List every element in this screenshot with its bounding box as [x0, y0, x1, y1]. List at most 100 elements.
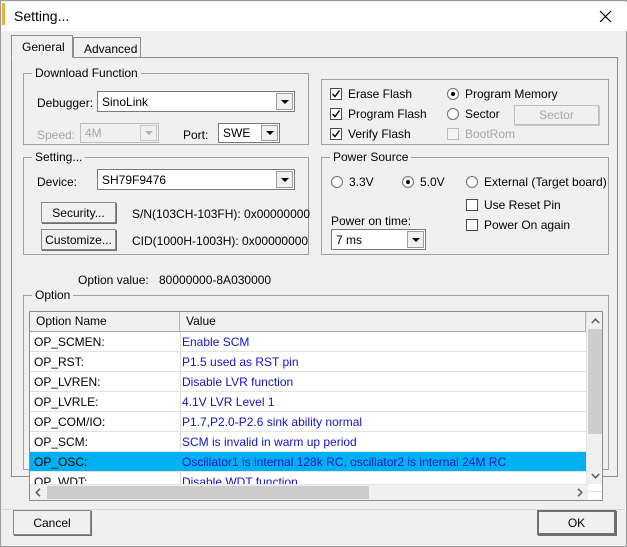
tab-active-connector	[12, 56, 72, 58]
checkbox-box-bootrom	[447, 128, 459, 140]
option-value-label: Option value:	[78, 273, 149, 287]
checkbox-program-flash[interactable]: Program Flash	[330, 107, 427, 121]
footer-divider	[2, 509, 625, 510]
radio-dot-sector	[447, 108, 459, 120]
port-label: Port:	[183, 128, 209, 142]
checkbox-power-on-again[interactable]: Power On again	[466, 218, 570, 232]
chevron-up-icon[interactable]	[587, 312, 602, 329]
radio-external-target-board[interactable]: External (Target board)	[466, 175, 607, 189]
speed-label: Speed:	[37, 128, 76, 142]
device-combo[interactable]: SH79F9476	[97, 169, 295, 190]
option-name-cell: OP_OSC:	[34, 455, 88, 469]
column-header-option-name[interactable]: Option Name	[30, 312, 180, 331]
checkbox-verify-flash[interactable]: Verify Flash	[330, 127, 411, 141]
chevron-down-icon-scroll[interactable]	[587, 467, 602, 484]
option-name-cell: OP_SCMEN:	[34, 335, 105, 349]
window-accent-stripe	[2, 3, 5, 25]
cancel-button[interactable]: Cancel	[13, 510, 91, 535]
option-name-cell: OP_COM/IO:	[34, 415, 106, 429]
chevron-right-icon[interactable]	[572, 485, 588, 500]
speed-combo-value: 4M	[85, 126, 102, 140]
radio-label-external: External (Target board)	[484, 175, 607, 189]
option-value-cell: SCM is invalid in warm up period	[182, 435, 357, 449]
tab-strip: General Advanced	[11, 35, 618, 58]
tab-advanced-label: Advanced	[84, 42, 138, 56]
option-value-cell: Oscillator1 is internal 128k RC, oscilla…	[182, 455, 507, 469]
port-combo[interactable]: SWE	[218, 123, 280, 143]
option-name-cell: OP_LVREN:	[34, 375, 101, 389]
security-button[interactable]: Security...	[41, 202, 116, 223]
checkbox-label-use-reset-pin: Use Reset Pin	[484, 198, 561, 212]
title-bar: Setting...	[2, 2, 627, 31]
cid-text: CID(1000H-1003H): 0x00000000	[132, 234, 309, 248]
table-row[interactable]: OP_SCM: SCM is invalid in warm up period	[30, 432, 602, 452]
option-list-vertical-scrollbar[interactable]	[586, 312, 602, 484]
table-row[interactable]: OP_RST: P1.5 used as RST pin	[30, 352, 602, 372]
checkbox-erase-flash[interactable]: Erase Flash	[330, 87, 412, 101]
settings-dialog: Setting... General Advanced Download Fun…	[0, 0, 627, 547]
chevron-down-icon-port[interactable]	[261, 125, 278, 141]
power-on-time-value: 7 ms	[336, 232, 363, 247]
radio-sector[interactable]: Sector	[447, 107, 500, 121]
chevron-down-icon[interactable]	[276, 93, 293, 110]
table-row[interactable]: OP_LVRLE: 4.1V LVR Level 1	[30, 392, 602, 412]
radio-label-sector: Sector	[465, 107, 500, 121]
vertical-scrollbar-thumb[interactable]	[588, 329, 602, 434]
debugger-combo[interactable]: SinoLink	[97, 91, 295, 112]
radio-label-program-memory: Program Memory	[465, 87, 558, 101]
chevron-down-icon-speed	[140, 125, 157, 141]
option-name-cell: OP_SCM:	[34, 435, 89, 449]
debugger-label: Debugger:	[37, 96, 94, 110]
table-row[interactable]: OP_SCMEN: Enable SCM	[30, 332, 602, 352]
device-combo-value: SH79F9476	[102, 172, 167, 187]
checkbox-label-verify-flash: Verify Flash	[348, 127, 411, 141]
radio-dot-external	[466, 176, 478, 188]
tab-advanced[interactable]: Advanced	[73, 37, 141, 57]
radio-dot-5v0	[402, 176, 414, 188]
horizontal-scrollbar-thumb[interactable]	[47, 486, 369, 499]
column-header-value[interactable]: Value	[180, 312, 586, 331]
chevron-down-icon-power-on-time[interactable]	[407, 231, 424, 248]
option-name-cell: OP_LVRLE:	[34, 395, 99, 409]
horizontal-scrollbar-right-arrow-area[interactable]	[572, 484, 588, 500]
table-row[interactable]: OP_LVREN: Disable LVR function	[30, 372, 602, 392]
device-label: Device:	[37, 175, 78, 189]
power-source-legend: Power Source	[330, 150, 412, 164]
option-value-cell: P1.7,P2.0-P2.6 sink ability normal	[182, 415, 363, 429]
option-value-text: 80000000-8A030000	[159, 273, 272, 287]
port-combo-value: SWE	[223, 126, 251, 140]
option-value-cell: Enable SCM	[182, 335, 250, 349]
speed-combo: 4M	[80, 123, 159, 143]
checkbox-label-bootrom: BootRom	[465, 127, 516, 141]
radio-3v3[interactable]: 3.3V	[331, 175, 374, 189]
option-list[interactable]: Option Name Value OP_SCMEN: Enable SCM O…	[29, 311, 603, 501]
option-name-cell: OP_RST:	[34, 355, 85, 369]
table-row[interactable]: OP_COM/IO: P1.7,P2.0-P2.6 sink ability n…	[30, 412, 602, 432]
chevron-down-icon-device[interactable]	[276, 171, 293, 188]
serial-number-text: S/N(103CH-103FH): 0x00000000	[132, 207, 311, 221]
radio-dot-3v3	[331, 176, 343, 188]
checkbox-box-power-on-again	[466, 219, 478, 231]
close-icon[interactable]	[583, 2, 627, 31]
radio-label-5v0: 5.0V	[420, 175, 445, 189]
option-list-header: Option Name Value	[30, 312, 602, 332]
checkbox-use-reset-pin[interactable]: Use Reset Pin	[466, 198, 561, 212]
radio-label-3v3: 3.3V	[349, 175, 374, 189]
radio-program-memory[interactable]: Program Memory	[447, 87, 558, 101]
option-list-horizontal-scrollbar[interactable]	[30, 484, 586, 500]
option-value-cell: P1.5 used as RST pin	[182, 355, 299, 369]
power-on-time-combo[interactable]: 7 ms	[331, 229, 426, 250]
debugger-combo-value: SinoLink	[102, 94, 149, 109]
radio-5v0[interactable]: 5.0V	[402, 175, 445, 189]
option-legend: Option	[32, 288, 74, 302]
table-row-selected[interactable]: OP_OSC: Oscillator1 is internal 128k RC,…	[30, 452, 602, 472]
customize-button[interactable]: Customize...	[41, 229, 116, 250]
tab-general[interactable]: General	[11, 35, 73, 58]
checkbox-box-erase-flash	[330, 88, 342, 100]
radio-dot-program-memory	[447, 88, 459, 100]
ok-button[interactable]: OK	[537, 510, 616, 535]
chevron-left-icon[interactable]	[30, 485, 46, 500]
checkbox-label-program-flash: Program Flash	[348, 107, 427, 121]
option-value-cell: Disable LVR function	[182, 375, 294, 389]
tab-general-label: General	[22, 40, 65, 54]
